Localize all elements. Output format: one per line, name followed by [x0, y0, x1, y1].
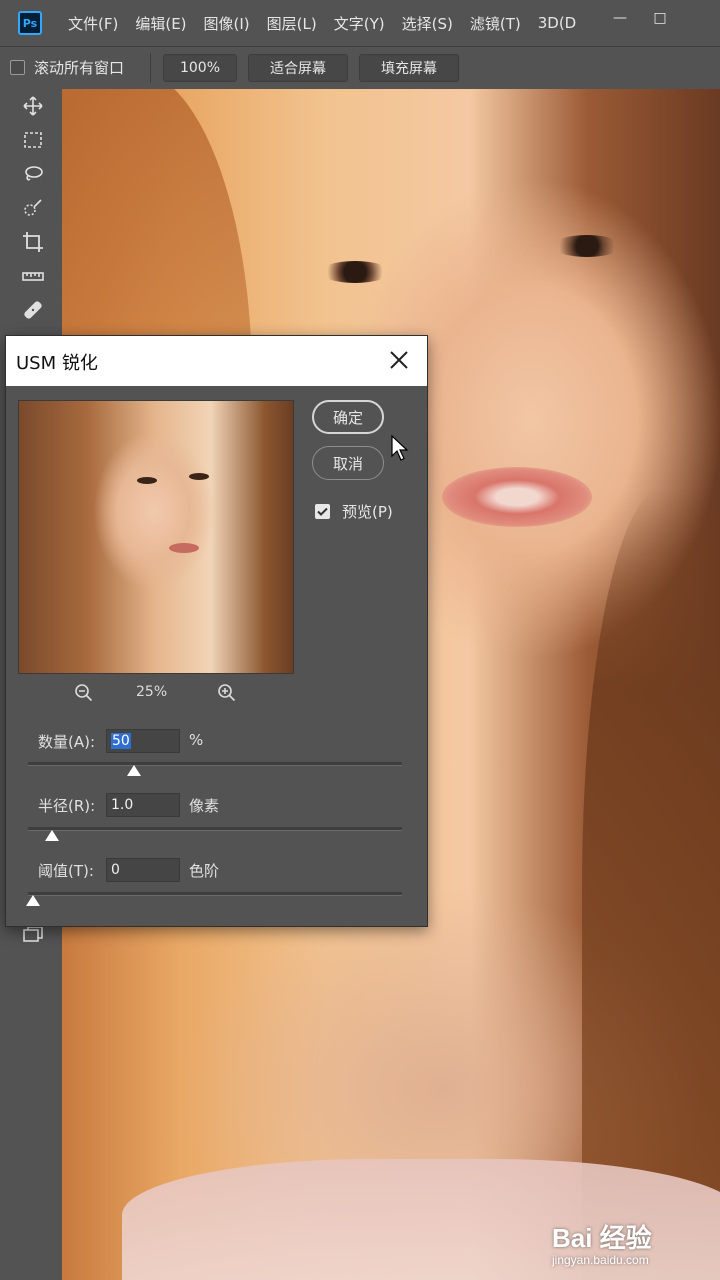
threshold-slider-thumb[interactable]: [26, 895, 40, 906]
unsharp-mask-dialog: USM 锐化 确定 取消 预览(P) 25% 数量(A): 50 % 半径(R)…: [5, 335, 428, 927]
preview-eye-right: [189, 473, 209, 480]
amount-input[interactable]: 50: [106, 729, 180, 753]
options-bar: 滚动所有窗口 100% 适合屏幕 填充屏幕: [0, 46, 720, 90]
watermark-main: Bai 经验: [552, 1223, 652, 1253]
marquee-tool-icon[interactable]: [16, 126, 50, 154]
zoom-in-icon[interactable]: [216, 682, 238, 704]
amount-unit: %: [189, 731, 204, 749]
threshold-unit: 色阶: [189, 862, 220, 880]
zoom-out-icon[interactable]: [73, 682, 95, 704]
zoom-100-button[interactable]: 100%: [163, 54, 237, 82]
photo-eye-right: [552, 235, 622, 257]
radius-slider-track[interactable]: [28, 827, 402, 841]
menu-filter[interactable]: 滤镜(T): [470, 13, 521, 34]
menu-image[interactable]: 图像(I): [204, 13, 250, 34]
menu-edit[interactable]: 编辑(E): [135, 13, 186, 34]
options-separator: [150, 53, 151, 83]
window-controls: — □: [600, 0, 720, 46]
menu-type[interactable]: 文字(Y): [334, 13, 385, 34]
dialog-titlebar[interactable]: USM 锐化: [6, 336, 427, 386]
cancel-button[interactable]: 取消: [312, 446, 384, 480]
minimize-button[interactable]: —: [600, 0, 640, 36]
menu-items: 文件(F) 编辑(E) 图像(I) 图层(L) 文字(Y) 选择(S) 滤镜(T…: [68, 0, 593, 46]
photo-lips: [442, 467, 592, 527]
amount-value: 50: [111, 733, 131, 749]
quick-selection-tool-icon[interactable]: [16, 194, 50, 222]
zoom-level: 25%: [136, 684, 168, 700]
preview-label: 预览(P): [342, 503, 393, 521]
mouse-cursor-icon: [390, 434, 410, 462]
maximize-button[interactable]: □: [640, 0, 680, 36]
threshold-slider-track[interactable]: [26, 892, 402, 906]
healing-brush-tool-icon[interactable]: [16, 296, 50, 324]
lasso-tool-icon[interactable]: [16, 160, 50, 188]
filter-preview[interactable]: [18, 400, 294, 674]
amount-slider-track[interactable]: [28, 762, 402, 776]
move-tool-icon[interactable]: [16, 92, 50, 120]
menu-select[interactable]: 选择(S): [402, 13, 453, 34]
close-icon[interactable]: [387, 348, 411, 372]
threshold-label: 阈值(T):: [38, 862, 94, 880]
menu-file[interactable]: 文件(F): [68, 13, 118, 34]
watermark-sub: jingyan.baidu.com: [552, 1253, 649, 1267]
preview-lips: [169, 543, 199, 553]
fill-screen-button[interactable]: 填充屏幕: [359, 54, 459, 82]
radius-unit: 像素: [189, 797, 220, 815]
radius-slider-thumb[interactable]: [44, 830, 59, 841]
preview-eye-left: [137, 477, 157, 484]
dialog-title: USM 锐化: [16, 353, 98, 374]
amount-label: 数量(A):: [38, 733, 96, 751]
baidu-watermark: Bai 经验 jingyan.baidu.com: [552, 1218, 652, 1267]
menu-bar: Ps 文件(F) 编辑(E) 图像(I) 图层(L) 文字(Y) 选择(S) 滤…: [0, 0, 720, 46]
amount-slider-thumb[interactable]: [126, 765, 141, 776]
crop-tool-icon[interactable]: [16, 228, 50, 256]
menu-layer[interactable]: 图层(L): [267, 13, 317, 34]
ok-button[interactable]: 确定: [312, 400, 384, 434]
radius-input[interactable]: 1.0: [106, 793, 180, 817]
photo-eye-left: [320, 261, 390, 283]
threshold-input[interactable]: 0: [106, 858, 180, 882]
preview-checkbox[interactable]: [315, 504, 330, 519]
photoshop-logo[interactable]: Ps: [18, 11, 42, 35]
ruler-tool-icon[interactable]: [16, 262, 50, 290]
radius-label: 半径(R):: [38, 797, 96, 815]
photo-hair-right: [582, 489, 720, 1280]
menu-3d[interactable]: 3D(D: [538, 14, 577, 32]
fit-screen-button[interactable]: 适合屏幕: [248, 54, 348, 82]
scroll-all-windows-label: 滚动所有窗口: [34, 59, 125, 77]
scroll-all-windows-checkbox[interactable]: [10, 60, 25, 75]
